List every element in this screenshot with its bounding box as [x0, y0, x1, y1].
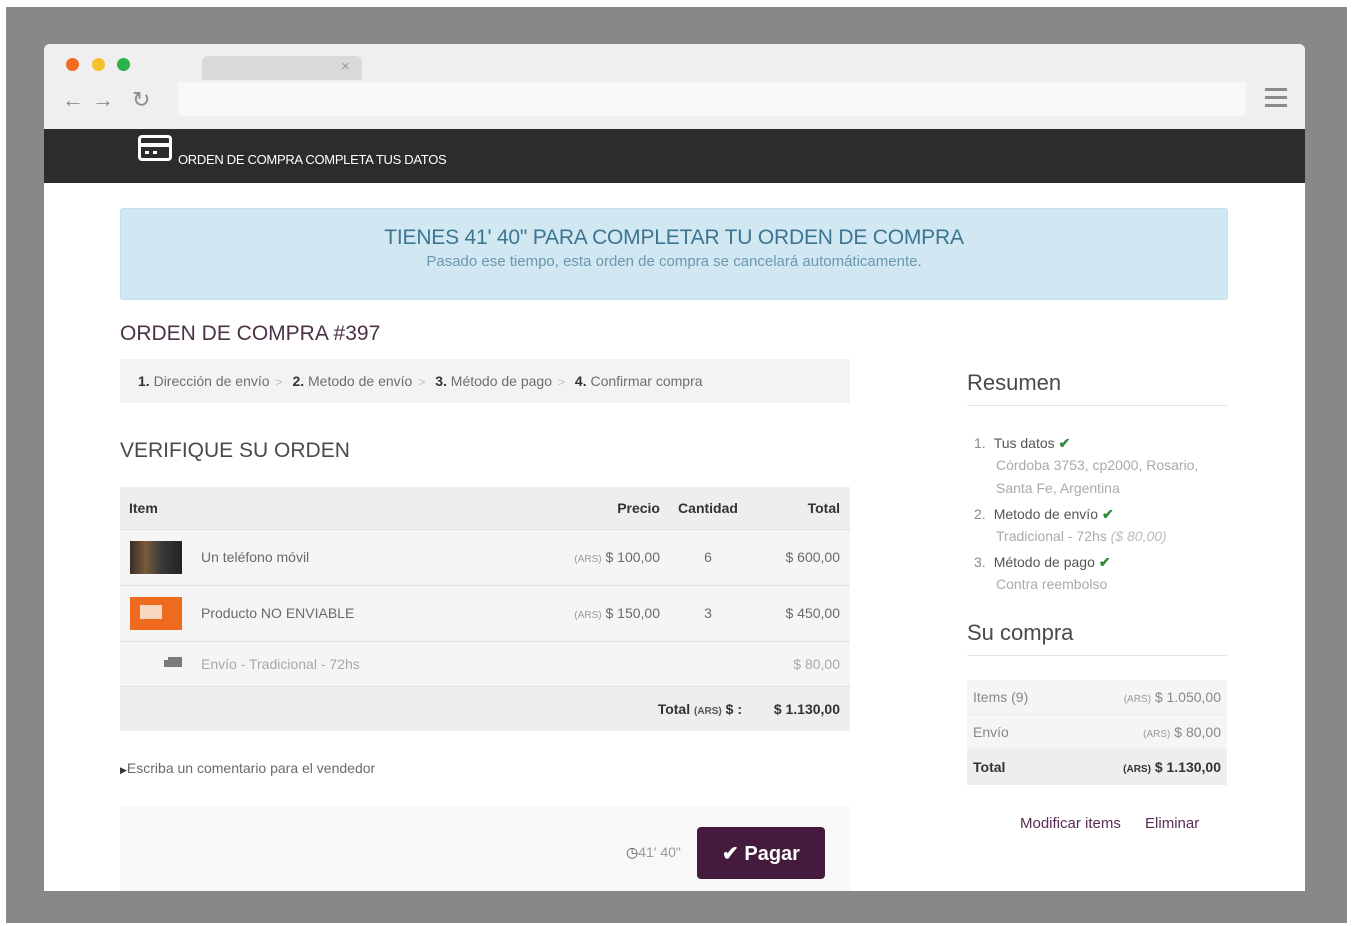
- address-bar[interactable]: [178, 82, 1246, 116]
- check-icon: ✔: [1098, 554, 1111, 570]
- item-qty: 3: [704, 605, 712, 621]
- table-row: Items (9) (ARS) $ 1.050,00: [967, 680, 1227, 715]
- col-qty: Cantidad: [678, 500, 738, 516]
- purchase-actions: Modificar items Eliminar: [1020, 815, 1219, 832]
- item-total: $ 600,00: [785, 549, 841, 565]
- table-row: Envío (ARS) $ 80,00: [967, 715, 1227, 750]
- step-payment-method[interactable]: 3. Método de pago: [435, 373, 552, 389]
- summary-detail: Contra reembolso: [996, 576, 1108, 592]
- step-shipping-method[interactable]: 2. Metodo de envío: [292, 373, 412, 389]
- chevron-right-icon: >: [558, 375, 566, 389]
- grand-total-label: Total (ARS) $ :: [657, 701, 742, 717]
- top-bar: ORDEN DE COMPRA COMPLETA TUS DATOS: [44, 129, 1305, 183]
- step-address[interactable]: 1. Dirección de envío: [138, 373, 270, 389]
- step-confirm: 4. Confirmar compra: [574, 373, 703, 389]
- summary-title: Resumen: [967, 370, 1062, 395]
- minimize-window-dot[interactable]: [92, 58, 105, 71]
- shipping-total: $ 80,00: [793, 656, 840, 672]
- item-name: Producto NO ENVIABLE: [201, 605, 355, 621]
- payment-area: ◷41' 40" ✔ Pagar: [120, 806, 850, 891]
- checkout-steps-breadcrumb: 1. Dirección de envío > 2. Metodo de enví…: [120, 359, 850, 403]
- countdown-timer: ◷41' 40": [626, 844, 681, 860]
- summary-detail: Tradicional - 72hs ($ 80,00): [996, 528, 1167, 544]
- topbar-title: ORDEN DE COMPRA COMPLETA TUS DATOS: [178, 152, 447, 167]
- col-price: Precio: [617, 500, 660, 516]
- tab-close-icon[interactable]: ✕: [341, 60, 350, 73]
- browser-window: ✕ ← → ↻ ORDEN DE COMPRA COMPLETA TUS DAT…: [44, 44, 1305, 891]
- col-item: Item: [129, 500, 158, 516]
- reload-icon[interactable]: ↻: [132, 87, 150, 113]
- alert-subtitle: Pasado ese tiempo, esta orden de compra …: [426, 253, 922, 270]
- summary-list: 1. Tus datos ✔ Córdoba 3753, cp2000, Rosar…: [974, 432, 1234, 599]
- alert-title: TIENES 41' 40" PARA COMPLETAR TU ORDEN D…: [384, 226, 964, 249]
- browser-chrome: ✕ ← → ↻: [44, 44, 1305, 129]
- maximize-window-dot[interactable]: [117, 58, 130, 71]
- time-alert: TIENES 41' 40" PARA COMPLETAR TU ORDEN D…: [120, 208, 1228, 300]
- check-icon: ✔: [1058, 435, 1071, 451]
- close-window-dot[interactable]: [66, 58, 79, 71]
- grand-total-row: Total (ARS) $ : $ 1.130,00: [120, 686, 850, 731]
- summary-step-link[interactable]: Metodo de envío: [994, 506, 1098, 522]
- shipping-row: Envío - Tradicional - 72hs $ 80,00: [120, 641, 850, 686]
- item-total: $ 450,00: [785, 605, 841, 621]
- table-header: Item Precio Cantidad Total: [120, 487, 850, 529]
- list-item: 1. Tus datos ✔ Córdoba 3753, cp2000, Rosar…: [974, 432, 1234, 500]
- modify-items-link[interactable]: Modificar items: [1020, 815, 1121, 832]
- chevron-right-icon: >: [418, 375, 426, 389]
- item-name: Un teléfono móvil: [201, 549, 310, 565]
- back-arrow-icon[interactable]: ←: [62, 87, 84, 113]
- verify-title: VERIFIQUE SU ORDEN: [120, 439, 350, 462]
- product-thumbnail: [130, 597, 182, 630]
- summary-step-link[interactable]: Método de pago: [994, 554, 1095, 570]
- purchase-divider: [967, 655, 1227, 656]
- table-row: Producto NO ENVIABLE (ARS) $ 150,00 3 $ …: [120, 585, 850, 641]
- caret-right-icon: ▶: [120, 765, 127, 775]
- check-icon: ✔: [722, 843, 739, 865]
- summary-divider: [967, 405, 1227, 406]
- table-row: Un teléfono móvil (ARS) $ 100,00 6 $ 600…: [120, 529, 850, 585]
- forward-arrow-icon[interactable]: →: [92, 87, 114, 113]
- comment-link[interactable]: ▶Escriba un comentario para el vendedor: [120, 760, 375, 776]
- pay-button[interactable]: ✔ Pagar: [697, 827, 825, 879]
- item-price: (ARS) $ 150,00: [574, 605, 660, 621]
- credit-card-icon: [138, 135, 172, 161]
- purchase-summary-table: Items (9) (ARS) $ 1.050,00 Envío (ARS) $…: [967, 680, 1227, 785]
- order-title: ORDEN DE COMPRA #397: [120, 322, 381, 345]
- truck-icon: [164, 657, 182, 667]
- purchase-title: Su compra: [967, 620, 1074, 645]
- table-row: Total (ARS) $ 1.130,00: [967, 750, 1227, 785]
- shipping-label: Envío - Tradicional - 72hs: [201, 656, 360, 672]
- order-items-table: Item Precio Cantidad Total Un teléfono m…: [120, 487, 850, 731]
- list-item: 2. Metodo de envío ✔ Tradicional - 72hs ($…: [974, 503, 1234, 548]
- product-thumbnail: [130, 541, 182, 574]
- check-icon: ✔: [1101, 506, 1114, 522]
- item-price: (ARS) $ 100,00: [574, 549, 660, 565]
- hamburger-menu-icon[interactable]: [1265, 88, 1287, 110]
- delete-link[interactable]: Eliminar: [1145, 815, 1199, 832]
- grand-total-value: $ 1.130,00: [773, 701, 840, 717]
- list-item: 3. Método de pago ✔ Contra reembolso: [974, 551, 1234, 596]
- chevron-right-icon: >: [275, 375, 283, 389]
- summary-step-link[interactable]: Tus datos: [994, 435, 1055, 451]
- col-total: Total: [807, 500, 840, 516]
- summary-detail: Córdoba 3753, cp2000, Rosario, Santa Fe,…: [996, 457, 1199, 496]
- browser-tab[interactable]: ✕: [202, 56, 362, 80]
- item-qty: 6: [704, 549, 712, 565]
- clock-icon: ◷: [626, 844, 639, 860]
